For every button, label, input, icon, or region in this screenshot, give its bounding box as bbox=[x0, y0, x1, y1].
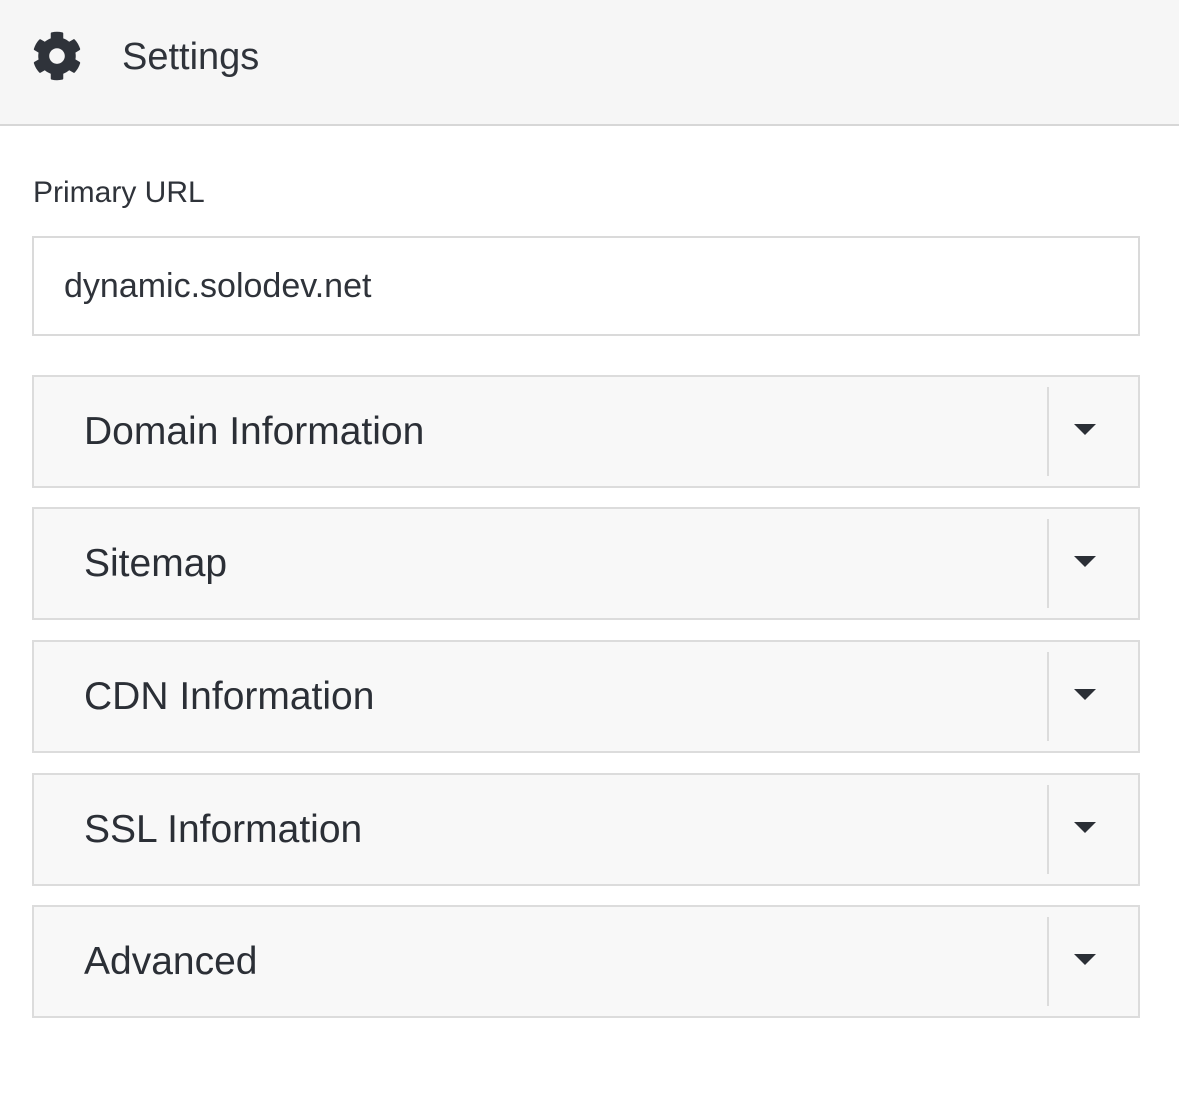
panel-divider bbox=[1047, 387, 1049, 476]
panel-label: CDN Information bbox=[84, 675, 375, 718]
panel-label: Advanced bbox=[84, 940, 258, 983]
panel-label: Sitemap bbox=[84, 542, 228, 585]
panel-label: Domain Information bbox=[84, 410, 425, 453]
panel-ssl-information[interactable]: SSL Information bbox=[32, 773, 1140, 886]
caret-down-icon[interactable] bbox=[1074, 424, 1096, 435]
primary-url-label: Primary URL bbox=[33, 176, 205, 209]
primary-url-input[interactable] bbox=[32, 236, 1140, 336]
caret-down-icon[interactable] bbox=[1074, 954, 1096, 965]
panel-label: SSL Information bbox=[84, 808, 363, 851]
settings-page: Settings Primary URL Domain Information … bbox=[0, 0, 1179, 1101]
panel-divider bbox=[1047, 917, 1049, 1006]
panel-divider bbox=[1047, 519, 1049, 608]
caret-down-icon[interactable] bbox=[1074, 689, 1096, 700]
page-title: Settings bbox=[122, 36, 260, 78]
panel-divider bbox=[1047, 652, 1049, 741]
panel-sitemap[interactable]: Sitemap bbox=[32, 507, 1140, 620]
panel-cdn-information[interactable]: CDN Information bbox=[32, 640, 1140, 753]
settings-header: Settings bbox=[0, 0, 1179, 126]
panel-divider bbox=[1047, 785, 1049, 874]
caret-down-icon[interactable] bbox=[1074, 822, 1096, 833]
panel-advanced[interactable]: Advanced bbox=[32, 905, 1140, 1018]
caret-down-icon[interactable] bbox=[1074, 556, 1096, 567]
gear-icon bbox=[33, 31, 81, 81]
panel-domain-information[interactable]: Domain Information bbox=[32, 375, 1140, 488]
